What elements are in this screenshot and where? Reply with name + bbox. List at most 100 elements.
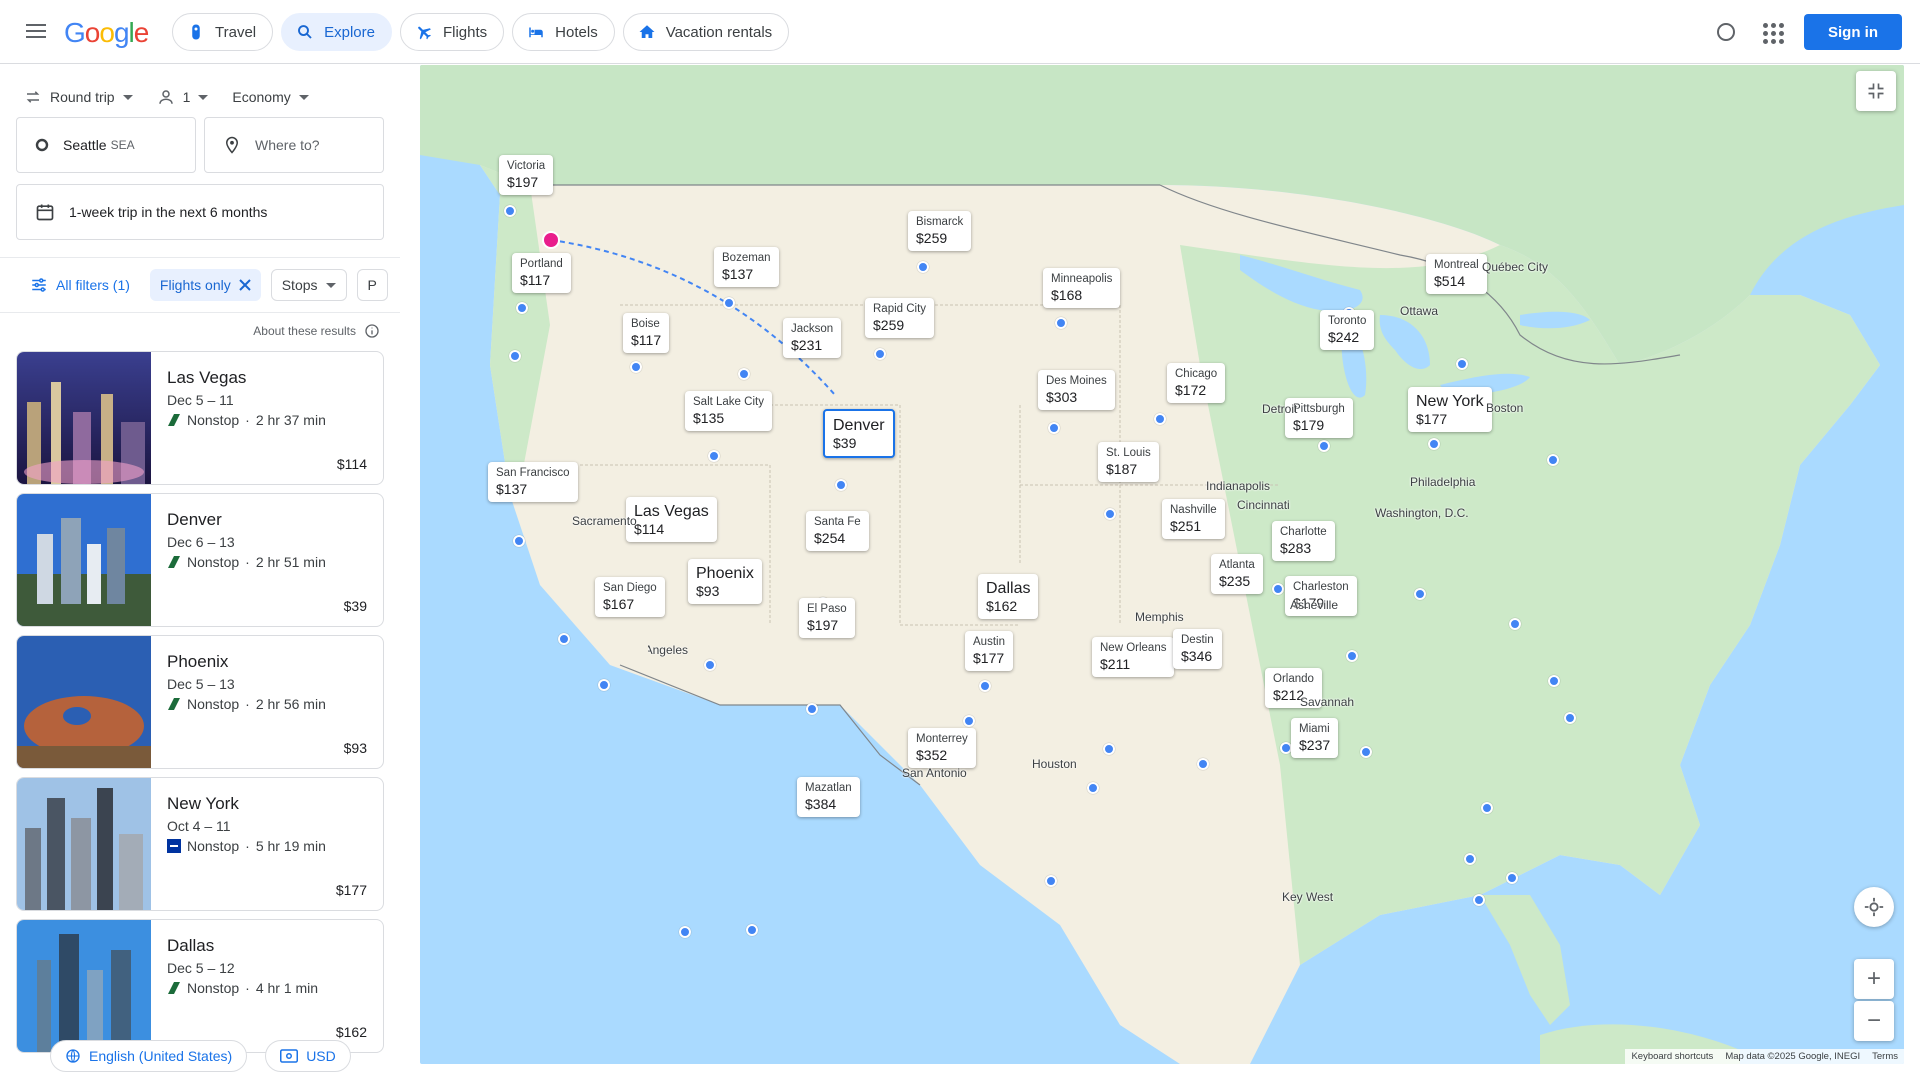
flights-only-chip[interactable]: Flights only: [149, 269, 261, 301]
price-filter[interactable]: P: [356, 269, 388, 301]
result-card[interactable]: Denver Dec 6 – 13 Nonstop · 2 hr 51 min $3…: [16, 493, 384, 627]
result-card[interactable]: Phoenix Dec 5 – 13 Nonstop · 2 hr 56 min $…: [16, 635, 384, 769]
result-card[interactable]: New York Oct 4 – 11 Nonstop · 5 hr 19 min …: [16, 777, 384, 911]
map-price-label[interactable]: Austin $177: [965, 631, 1013, 671]
map-pin[interactable]: [1547, 454, 1559, 466]
map-price-label[interactable]: Victoria $197: [499, 155, 554, 195]
date-range-field[interactable]: 1-week trip in the next 6 months: [16, 184, 384, 240]
nav-explore[interactable]: Explore: [281, 13, 392, 51]
keyboard-shortcuts-link[interactable]: Keyboard shortcuts: [1631, 1051, 1713, 1062]
map-pin[interactable]: [598, 679, 610, 691]
about-results[interactable]: About these results: [253, 323, 380, 339]
map-pin[interactable]: [1548, 675, 1560, 687]
destination-field[interactable]: Where to?: [204, 117, 384, 173]
map-pin[interactable]: [1481, 802, 1493, 814]
map-price-label[interactable]: New York $177: [1408, 387, 1492, 432]
map-pin[interactable]: [874, 348, 886, 360]
map-price-label[interactable]: San Francisco $137: [488, 462, 578, 502]
currency-button[interactable]: USD: [265, 1040, 351, 1072]
nav-vacation-rentals[interactable]: Vacation rentals: [622, 13, 790, 51]
cabin-select[interactable]: Economy: [232, 77, 309, 117]
map-pin[interactable]: [504, 205, 516, 217]
map-price-label[interactable]: Toronto $242: [1320, 310, 1375, 350]
map-pin[interactable]: [679, 926, 691, 938]
map-pin[interactable]: [558, 633, 570, 645]
exit-fullscreen-icon[interactable]: [1856, 71, 1896, 111]
map-price-label[interactable]: Rapid City $259: [865, 298, 935, 338]
origin-field[interactable]: Seattle SEA: [16, 117, 196, 173]
map-pin[interactable]: [835, 479, 847, 491]
map-pin[interactable]: [738, 368, 750, 380]
zoom-out-button[interactable]: −: [1854, 1001, 1894, 1041]
map-price-label[interactable]: Bismarck $259: [908, 211, 972, 251]
map-pin[interactable]: [1564, 712, 1576, 724]
map-price-label[interactable]: Mazatlan $384: [797, 777, 860, 817]
map-pin[interactable]: [1197, 758, 1209, 770]
map-price-label[interactable]: Salt Lake City $135: [685, 391, 772, 431]
map-pin[interactable]: [979, 680, 991, 692]
map-pin[interactable]: [1318, 440, 1330, 452]
map-price-label[interactable]: Dallas $162: [978, 574, 1039, 619]
map-price-label[interactable]: Monterrey $352: [908, 728, 976, 768]
passenger-select[interactable]: 1: [157, 77, 209, 117]
google-logo[interactable]: Google: [64, 17, 149, 49]
map-pin[interactable]: [1473, 894, 1485, 906]
dark-mode-icon[interactable]: [1714, 20, 1738, 44]
sign-in-button[interactable]: Sign in: [1804, 14, 1902, 50]
map-price-label[interactable]: Montreal $514: [1426, 254, 1487, 294]
map-pin[interactable]: [513, 535, 525, 547]
map-price-label[interactable]: Las Vegas $114: [626, 497, 717, 542]
nav-hotels[interactable]: Hotels: [512, 13, 615, 51]
map-price-label[interactable]: New Orleans $211: [1092, 637, 1175, 677]
map-pin[interactable]: [1087, 782, 1099, 794]
map-pin[interactable]: [746, 924, 758, 936]
trip-type-select[interactable]: Round trip: [24, 77, 133, 117]
stops-filter[interactable]: Stops: [270, 269, 347, 301]
map-pin[interactable]: [1055, 317, 1067, 329]
map-price-label[interactable]: Chicago $172: [1167, 363, 1226, 403]
nav-flights[interactable]: Flights: [399, 13, 505, 51]
map-pin[interactable]: [963, 715, 975, 727]
map-price-label[interactable]: Minneapolis $168: [1043, 268, 1121, 308]
map-pin[interactable]: [1509, 618, 1521, 630]
apps-grid-icon[interactable]: [1760, 20, 1784, 44]
map-pin[interactable]: [1414, 588, 1426, 600]
map-pin[interactable]: [509, 350, 521, 362]
zoom-in-button[interactable]: +: [1854, 959, 1894, 999]
map-price-label[interactable]: Bozeman $137: [714, 247, 779, 287]
menu-icon[interactable]: [24, 20, 48, 44]
map-price-label[interactable]: Jackson $231: [783, 318, 842, 358]
map-price-label[interactable]: Portland $117: [512, 253, 571, 293]
map-pin[interactable]: [1506, 872, 1518, 884]
map-price-label[interactable]: Boise $117: [623, 313, 670, 353]
map-price-label-selected[interactable]: Denver $39: [823, 409, 895, 458]
map-price-label[interactable]: Atlanta $235: [1211, 554, 1263, 594]
my-location-icon[interactable]: [1854, 887, 1894, 927]
map-pin[interactable]: [1428, 438, 1440, 450]
map-pin[interactable]: [1346, 650, 1358, 662]
map-pin[interactable]: [1104, 508, 1116, 520]
map-price-label[interactable]: Miami $237: [1291, 718, 1339, 758]
map-pin[interactable]: [1360, 746, 1372, 758]
map-pin[interactable]: [1045, 875, 1057, 887]
result-card[interactable]: Dallas Dec 5 – 12 Nonstop · 4 hr 1 min $16…: [16, 919, 384, 1053]
map-price-label[interactable]: Charlotte $283: [1272, 521, 1335, 561]
result-card[interactable]: Las Vegas Dec 5 – 11 Nonstop · 2 hr 37 min…: [16, 351, 384, 485]
map-price-label[interactable]: Nashville $251: [1162, 499, 1225, 539]
nav-travel[interactable]: Travel: [172, 13, 274, 51]
map-pin[interactable]: [806, 703, 818, 715]
all-filters-button[interactable]: All filters (1): [20, 269, 140, 301]
explore-map[interactable]: Victoria $197 Portland $117 Bozeman $137 Bi…: [420, 65, 1904, 1064]
language-button[interactable]: English (United States): [50, 1040, 248, 1072]
terms-link[interactable]: Terms: [1872, 1051, 1898, 1062]
map-price-label[interactable]: St. Louis $187: [1098, 442, 1159, 482]
map-price-label[interactable]: San Diego $167: [595, 577, 665, 617]
map-price-label[interactable]: Phoenix $93: [688, 559, 762, 604]
map-pin[interactable]: [1272, 583, 1284, 595]
map-pin[interactable]: [1048, 422, 1060, 434]
map-pin[interactable]: [630, 361, 642, 373]
map-price-label[interactable]: Destin $346: [1173, 629, 1222, 669]
map-price-label[interactable]: Des Moines $303: [1038, 370, 1115, 410]
map-pin[interactable]: [723, 297, 735, 309]
map-pin[interactable]: [1464, 853, 1476, 865]
